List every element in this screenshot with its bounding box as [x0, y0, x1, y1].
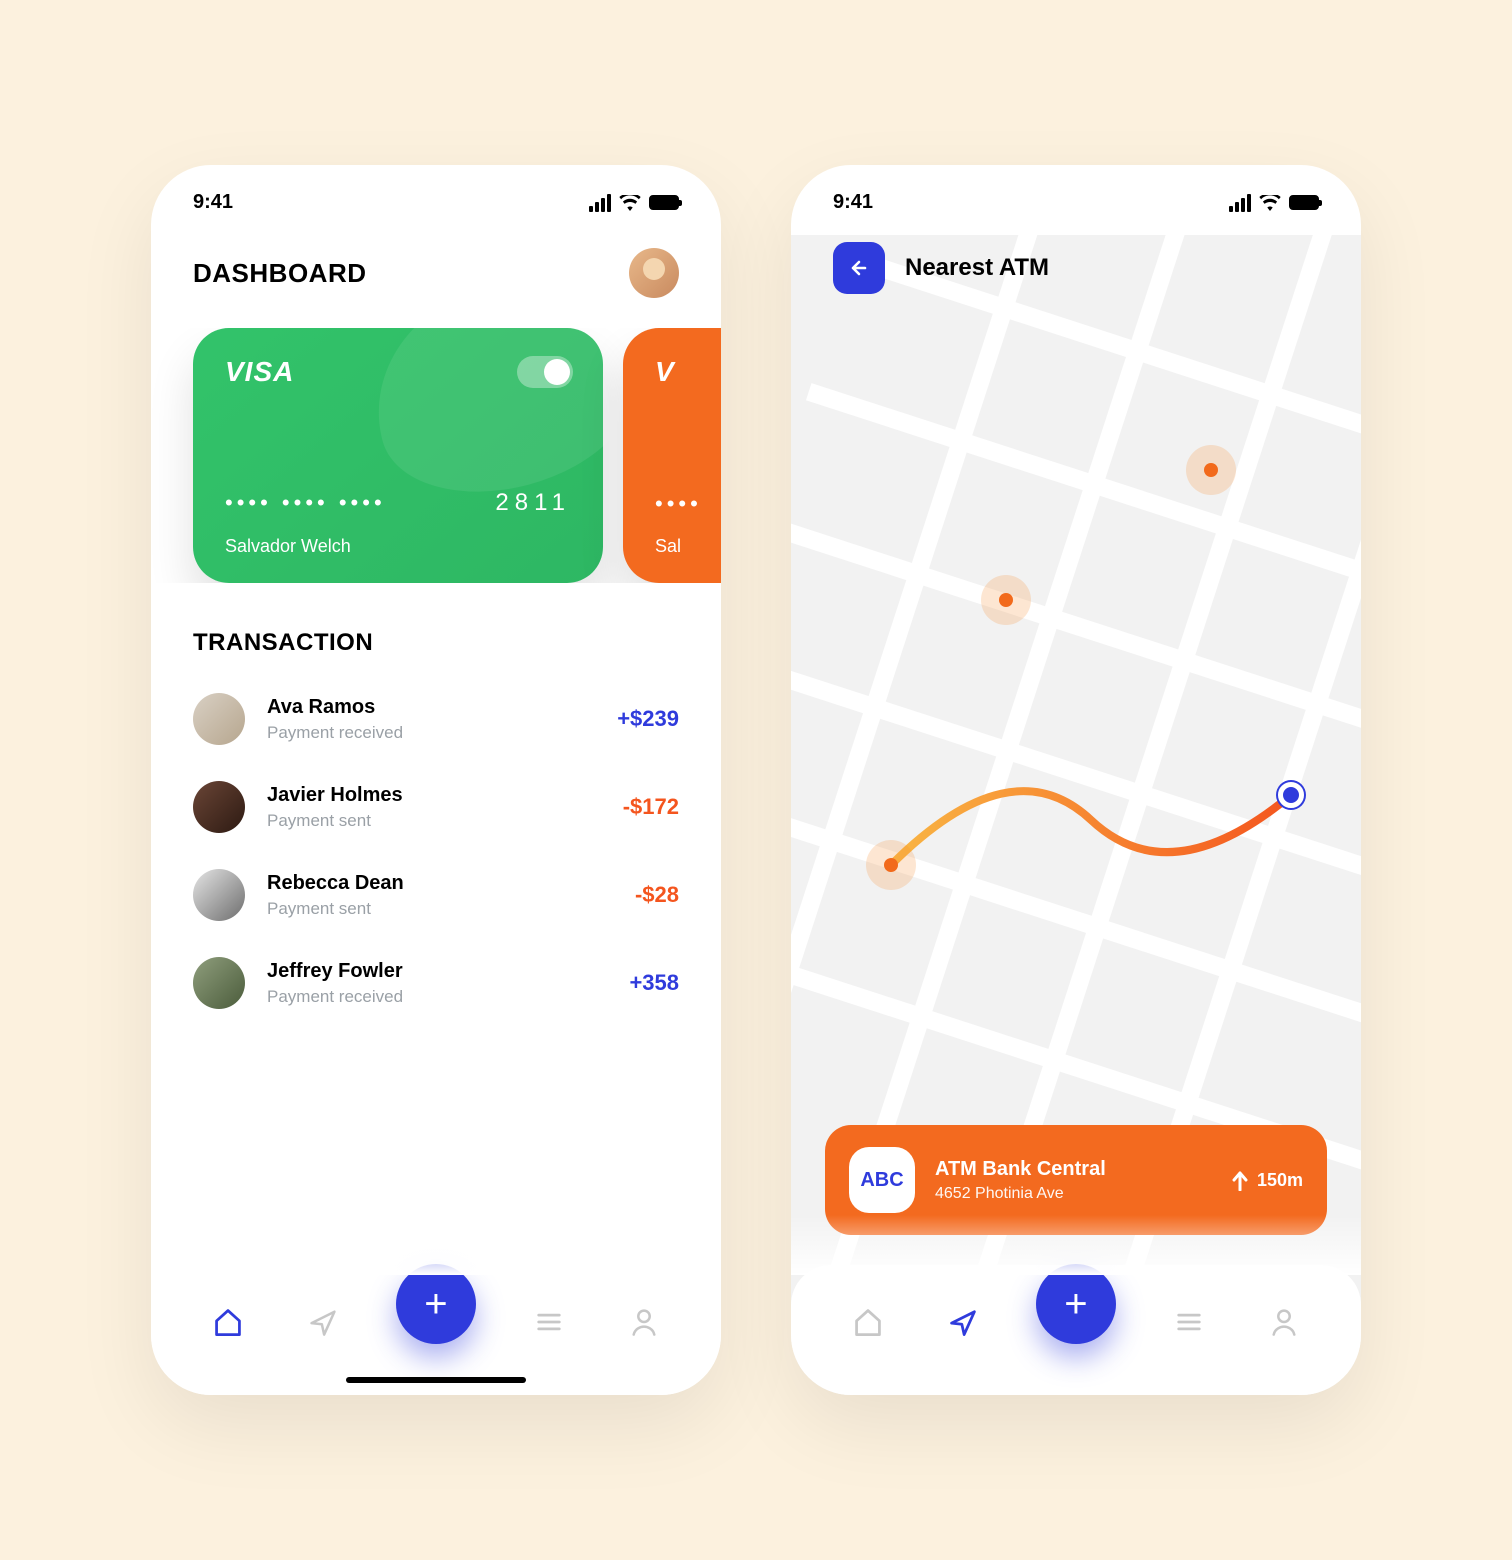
payment-card-secondary[interactable]: V •••• Sal	[623, 328, 721, 583]
signal-icon	[589, 194, 611, 212]
transaction-name: Rebecca Dean	[267, 872, 613, 895]
transaction-avatar	[193, 693, 245, 745]
back-button[interactable]	[833, 242, 885, 294]
card-number-last4: 2811	[495, 489, 571, 517]
card-number: ••••	[655, 491, 721, 517]
card-number: •••• •••• •••• 2811	[225, 489, 571, 517]
transaction-row[interactable]: Jeffrey Fowler Payment received +358	[193, 939, 679, 1027]
status-time: 9:41	[193, 191, 233, 214]
transaction-avatar	[193, 957, 245, 1009]
transaction-avatar	[193, 781, 245, 833]
add-button[interactable]: +	[396, 1264, 476, 1344]
add-button[interactable]: +	[1036, 1264, 1116, 1344]
status-bar: 9:41	[791, 165, 1361, 224]
tab-menu[interactable]	[527, 1300, 571, 1344]
home-icon	[212, 1306, 244, 1338]
status-icons	[589, 194, 679, 212]
home-icon	[852, 1306, 884, 1338]
transaction-name: Javier Holmes	[267, 784, 601, 807]
battery-icon	[1289, 195, 1319, 210]
tab-home[interactable]	[206, 1300, 250, 1344]
status-bar: 9:41	[151, 165, 721, 224]
tab-bar: +	[151, 1265, 721, 1395]
transaction-subtitle: Payment received	[267, 987, 607, 1007]
transaction-row[interactable]: Rebecca Dean Payment sent -$28	[193, 851, 679, 939]
transaction-avatar	[193, 869, 245, 921]
card-toggle[interactable]	[517, 356, 573, 388]
atm-distance: 150m	[1231, 1169, 1303, 1191]
atm-info-card[interactable]: ABC ATM Bank Central 4652 Photinia Ave 1…	[825, 1125, 1327, 1235]
battery-icon	[649, 195, 679, 210]
transaction-subtitle: Payment received	[267, 723, 595, 743]
transaction-row[interactable]: Ava Ramos Payment received +$239	[193, 675, 679, 763]
dashboard-screen: 9:41 DASHBOARD VISA •••• •••• •••• 2811 …	[151, 165, 721, 1395]
signal-icon	[1229, 194, 1251, 212]
atm-header: Nearest ATM	[791, 224, 1361, 314]
transaction-subtitle: Payment sent	[267, 811, 601, 831]
tab-menu[interactable]	[1167, 1300, 1211, 1344]
transaction-amount: +$239	[617, 706, 679, 732]
page-title: Nearest ATM	[905, 254, 1049, 282]
tab-profile[interactable]	[1262, 1300, 1306, 1344]
tab-navigate[interactable]	[301, 1300, 345, 1344]
atm-distance-value: 150m	[1257, 1170, 1303, 1191]
atm-pin[interactable]	[866, 840, 916, 890]
card-brand-logo: V	[655, 356, 721, 388]
transactions-list: Ava Ramos Payment received +$239 Javier …	[151, 675, 721, 1027]
transactions-title: TRANSACTION	[151, 583, 721, 675]
card-number-masked: •••• •••• ••••	[225, 490, 386, 516]
atm-badge: ABC	[849, 1147, 915, 1213]
tab-home[interactable]	[846, 1300, 890, 1344]
transaction-amount: -$28	[635, 882, 679, 908]
profile-avatar[interactable]	[629, 248, 679, 298]
user-location-pin	[1278, 782, 1304, 808]
transaction-row[interactable]: Javier Holmes Payment sent -$172	[193, 763, 679, 851]
transaction-subtitle: Payment sent	[267, 899, 613, 919]
atm-name: ATM Bank Central	[935, 1158, 1211, 1181]
menu-icon	[1173, 1306, 1205, 1338]
transaction-amount: -$172	[623, 794, 679, 820]
tab-profile[interactable]	[622, 1300, 666, 1344]
navigate-icon	[947, 1306, 979, 1338]
page-title: DASHBOARD	[193, 258, 367, 289]
navigate-icon	[307, 1306, 339, 1338]
plus-icon: +	[1064, 1284, 1087, 1324]
menu-icon	[533, 1306, 565, 1338]
profile-icon	[1268, 1306, 1300, 1338]
payment-card-primary[interactable]: VISA •••• •••• •••• 2811 Salvador Welch	[193, 328, 603, 583]
tab-navigate[interactable]	[941, 1300, 985, 1344]
transaction-name: Jeffrey Fowler	[267, 960, 607, 983]
dashboard-header: DASHBOARD	[151, 224, 721, 328]
arrow-up-icon	[1231, 1169, 1249, 1191]
transaction-amount: +358	[629, 970, 679, 996]
status-icons	[1229, 194, 1319, 212]
plus-icon: +	[424, 1284, 447, 1324]
atm-pin[interactable]	[1186, 445, 1236, 495]
profile-icon	[628, 1306, 660, 1338]
arrow-left-icon	[847, 256, 871, 280]
card-holder-name-partial: Sal	[655, 536, 681, 557]
card-holder-name: Salvador Welch	[225, 536, 351, 557]
nearest-atm-screen: 9:41 Nearest ATM ABC ATM Bank Central 46…	[791, 165, 1361, 1395]
wifi-icon	[1259, 195, 1281, 211]
home-indicator	[346, 1377, 526, 1383]
status-time: 9:41	[833, 191, 873, 214]
transaction-name: Ava Ramos	[267, 696, 595, 719]
tab-bar: +	[791, 1265, 1361, 1395]
cards-carousel[interactable]: VISA •••• •••• •••• 2811 Salvador Welch …	[151, 328, 721, 583]
wifi-icon	[619, 195, 641, 211]
atm-address: 4652 Photinia Ave	[935, 1185, 1211, 1203]
atm-pin[interactable]	[981, 575, 1031, 625]
